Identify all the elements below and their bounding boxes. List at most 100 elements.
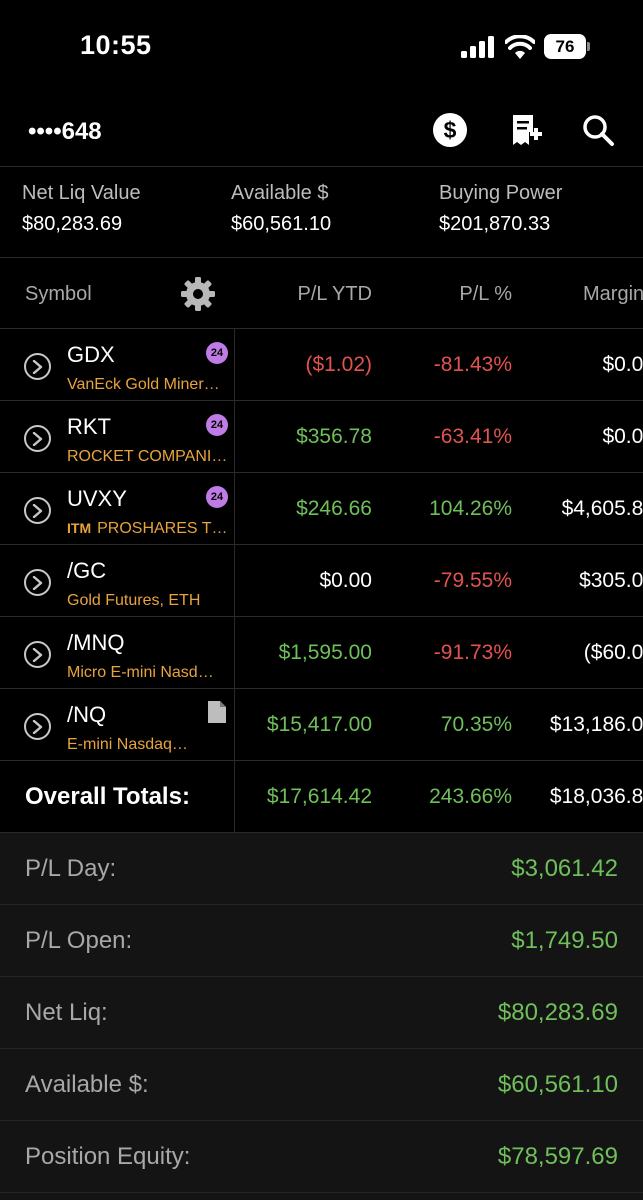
position-pl-pct: -91.73% <box>433 641 512 664</box>
totals-pl-ytd: $17,614.42 <box>266 785 372 808</box>
svg-text:$: $ <box>444 117 457 143</box>
totals-label: Overall Totals: <box>25 783 190 810</box>
stat-row-available: Available $: $60,561.10 <box>0 1049 643 1121</box>
position-description-text: Micro E-mini Nasd… <box>67 664 214 681</box>
position-pl-pct: 104.26% <box>429 497 512 520</box>
position-row[interactable]: RKT ROCKET COMPANI… 24 $356.78 -63.41% $0.00 <box>0 401 643 473</box>
account-stats-panel: P/L Day: $3,061.42 P/L Open: $1,749.50 N… <box>0 833 643 1200</box>
position-description: VanEck Gold Miner… <box>67 376 220 394</box>
position-margin-value: $0.00 <box>602 425 643 448</box>
itm-tag: ITM <box>67 520 92 536</box>
available-summary: Available $ $60,561.10 <box>231 182 331 236</box>
expand-chevron-icon[interactable] <box>24 425 51 452</box>
stat-label: Net Liq: <box>25 999 108 1026</box>
summary-value: $201,870.33 <box>439 213 551 235</box>
position-row[interactable]: GDX VanEck Gold Miner… 24 ($1.02) -81.43% $0.… <box>0 329 643 401</box>
cellular-signal-icon <box>461 36 494 58</box>
stat-value: $80,283.69 <box>497 999 618 1026</box>
position-description-text: Gold Futures, ETH <box>67 592 201 609</box>
stat-value: $3,061.42 <box>511 855 618 882</box>
column-divider <box>234 329 235 832</box>
account-header: ••••648 $ <box>0 100 643 166</box>
stat-value: $60,561.10 <box>497 1071 618 1098</box>
wifi-icon <box>505 35 535 59</box>
position-margin: $305.00 <box>579 569 643 593</box>
add-order-icon[interactable] <box>508 112 544 148</box>
stat-label: Available $: <box>25 1071 149 1098</box>
position-symbol: GDX <box>67 342 115 367</box>
summary-label: Buying Power <box>439 182 563 204</box>
stat-label: Position Equity: <box>25 1143 191 1170</box>
position-symbol: /GC <box>67 558 107 583</box>
column-header-pl-ytd[interactable]: P/L YTD <box>298 283 372 306</box>
position-description: Micro E-mini Nasd… <box>67 664 214 682</box>
extended-hours-badge: 24 <box>206 414 228 436</box>
expand-chevron-icon[interactable] <box>24 353 51 380</box>
status-time: 10:55 <box>80 30 152 60</box>
position-margin-value: $305.00 <box>579 569 643 592</box>
gear-icon[interactable] <box>180 276 216 312</box>
position-margin: $0.00 <box>602 425 643 449</box>
totals-pl-pct: 243.66% <box>429 785 512 808</box>
position-pl-ytd: $356.78 <box>296 425 372 448</box>
net-liq-summary: Net Liq Value $80,283.69 <box>22 182 141 236</box>
position-pl-pct: -81.43% <box>433 353 512 376</box>
position-pl-ytd: $1,595.00 <box>278 641 372 664</box>
battery-icon: 76 <box>544 34 590 59</box>
column-header-margin[interactable]: Margin <box>583 283 643 306</box>
position-pl-pct: -63.41% <box>433 425 512 448</box>
stat-row-position-equity: Position Equity: $78,597.69 <box>0 1121 643 1193</box>
account-selector[interactable]: ••••648 <box>28 118 122 146</box>
account-summary: Net Liq Value $80,283.69 Available $ $60… <box>0 182 643 252</box>
position-symbol: /MNQ <box>67 630 125 655</box>
expand-chevron-icon[interactable] <box>24 713 51 740</box>
position-pl-ytd: $0.00 <box>319 569 372 592</box>
status-bar: 10:55 76 <box>0 0 643 90</box>
position-description: ITM PROSHARES T… <box>67 520 228 538</box>
position-description: Gold Futures, ETH <box>67 592 200 610</box>
battery-level: 76 <box>544 34 586 59</box>
expand-chevron-icon[interactable] <box>24 497 51 524</box>
position-pl-pct: 70.35% <box>440 713 512 736</box>
extended-hours-badge: 24 <box>206 486 228 508</box>
position-description: E-mini Nasdaq… <box>67 736 188 754</box>
summary-value: $80,283.69 <box>22 213 123 235</box>
position-margin-value: $13,186.00 <box>549 713 643 736</box>
position-symbol: /NQ <box>67 702 107 727</box>
position-margin: ($60.00 <box>584 641 643 665</box>
position-row[interactable]: /NQ E-mini Nasdaq… $15,417.00 70.35% $13,186… <box>0 689 643 761</box>
position-margin: $13,186.00 <box>550 713 643 737</box>
summary-label: Net Liq Value <box>22 182 141 204</box>
position-pl-ytd: ($1.02) <box>305 353 372 376</box>
column-header-symbol[interactable]: Symbol <box>25 283 92 306</box>
position-description-text: VanEck Gold Miner… <box>67 376 220 393</box>
stat-label: P/L Day: <box>25 855 117 882</box>
summary-value: $60,561.10 <box>231 213 332 235</box>
expand-chevron-icon[interactable] <box>24 641 51 668</box>
summary-label: Available $ <box>231 182 329 204</box>
divider <box>0 166 643 167</box>
position-description-text: E-mini Nasdaq… <box>67 736 188 753</box>
stat-value: $1,749.50 <box>511 927 618 954</box>
expand-chevron-icon[interactable] <box>24 569 51 596</box>
position-pl-ytd: $15,417.00 <box>266 713 372 736</box>
position-row[interactable]: /MNQ Micro E-mini Nasd… $1,595.00 -91.73% ($… <box>0 617 643 689</box>
dollar-icon[interactable]: $ <box>432 112 468 148</box>
stat-row-pl-open: P/L Open: $1,749.50 <box>0 905 643 977</box>
overall-totals-row: Overall Totals: $17,614.42 243.66% $18,0… <box>0 761 643 833</box>
position-row[interactable]: /GC Gold Futures, ETH $0.00 -79.55% $305.00 <box>0 545 643 617</box>
position-symbol: UVXY <box>67 486 127 511</box>
positions-table-header: Symbol P/L YTD P/L % Margin <box>0 258 643 329</box>
position-margin: $4,605.80 <box>562 497 643 521</box>
position-description-text: PROSHARES T… <box>97 520 228 537</box>
position-description-text: ROCKET COMPANI… <box>67 448 228 465</box>
totals-margin: $18,036.80 <box>549 785 643 808</box>
column-header-pl-pct[interactable]: P/L % <box>459 283 512 306</box>
search-icon[interactable] <box>580 112 616 148</box>
document-icon <box>208 701 226 723</box>
position-description: ROCKET COMPANI… <box>67 448 227 466</box>
position-margin-value: $0.00 <box>602 353 643 376</box>
position-pl-pct: -79.55% <box>433 569 512 592</box>
position-margin: $0.00 <box>602 353 643 377</box>
position-row[interactable]: UVXY ITM PROSHARES T… 24 $246.66 104.26% $4,60… <box>0 473 643 545</box>
